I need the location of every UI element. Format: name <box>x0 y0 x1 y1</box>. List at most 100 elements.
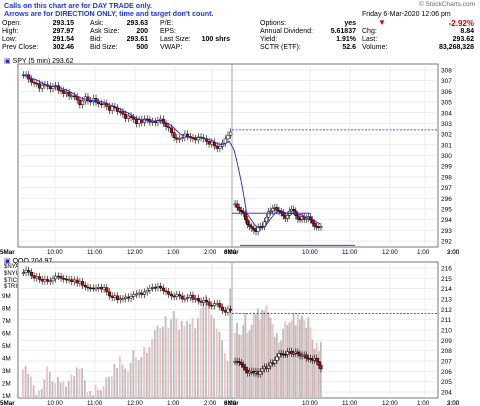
upper-y-tick: 293 <box>441 228 452 235</box>
volume-bar <box>188 323 191 398</box>
lower-candle <box>148 287 152 291</box>
lower-candle <box>241 364 245 368</box>
upper-candle <box>137 119 141 124</box>
upper-candle <box>72 95 77 98</box>
volume-bar <box>254 314 257 398</box>
upper-candle <box>207 141 211 145</box>
upper-candle <box>275 207 279 211</box>
lower-candle <box>221 306 225 311</box>
lower-candle <box>169 294 173 297</box>
volume-tick: 9M <box>2 293 11 300</box>
upper-candle <box>132 117 136 120</box>
lower-candle <box>188 294 192 298</box>
upper-candle <box>121 111 125 115</box>
volume-bar <box>48 372 51 398</box>
volume-bar <box>148 347 151 398</box>
lower-y-tick: 209 <box>441 338 452 345</box>
lower-x-label: 12:00 <box>382 400 398 406</box>
volume-bar <box>30 376 32 398</box>
volume-bar <box>153 329 156 398</box>
lower-candle <box>83 285 87 288</box>
upper-candle <box>59 89 63 92</box>
volume-tick: 3M <box>2 368 11 375</box>
volume-bar <box>81 368 84 398</box>
lower-y-tick: 211 <box>441 317 452 324</box>
lower-candle <box>51 278 55 282</box>
volume-bar <box>162 326 164 398</box>
volume-bar <box>137 360 140 398</box>
volume-bar <box>22 369 24 398</box>
lower-candle <box>21 272 25 274</box>
upper-candle <box>99 103 103 106</box>
lower-candle <box>48 280 52 283</box>
upper-y-tick: 297 <box>441 185 452 192</box>
volume-bar <box>207 302 210 398</box>
volume-bar <box>57 377 59 398</box>
lower-candle <box>243 366 248 371</box>
lower-candle <box>137 292 141 295</box>
lower-candle <box>64 278 68 281</box>
upper-x-label: 12:00 <box>127 249 143 256</box>
lower-candle <box>43 279 47 282</box>
lower-candle <box>81 281 85 286</box>
lower-y-tick: 216 <box>441 266 452 273</box>
volume-bar <box>197 318 199 398</box>
upper-candle <box>89 100 93 103</box>
lower-candle <box>134 293 138 296</box>
lower-candle <box>183 298 187 300</box>
lower-candle <box>164 290 168 293</box>
volume-tick: 2M <box>2 381 11 388</box>
lower-candle <box>70 279 74 283</box>
volume-bar <box>51 381 54 398</box>
lower-candle <box>35 276 39 279</box>
volume-bar <box>116 367 119 398</box>
lower-y-tick: 204 <box>441 390 452 397</box>
volume-tick: 6M <box>2 331 11 338</box>
volume-bar <box>118 356 121 398</box>
upper-candle <box>40 84 44 89</box>
lower-candle <box>121 298 125 300</box>
volume-bar <box>159 328 162 398</box>
lower-x-label: 5Mar <box>0 400 15 406</box>
upper-y-tick: 303 <box>441 121 452 128</box>
upper-y-tick: 306 <box>441 89 452 96</box>
volume-bar <box>311 339 314 398</box>
upper-x-label: 10:00 <box>302 249 318 256</box>
lower-candle <box>94 287 98 290</box>
upper-candle <box>97 101 101 105</box>
upper-candle <box>62 90 66 94</box>
upper-candle <box>250 226 254 229</box>
lower-candle <box>191 294 195 300</box>
lower-candle <box>67 279 71 281</box>
volume-bar <box>100 390 102 398</box>
upper-y-tick: 294 <box>441 217 452 224</box>
upper-candle <box>134 119 138 124</box>
upper-candle <box>226 134 230 140</box>
lower-candle <box>207 301 211 306</box>
volume-bar <box>223 353 226 398</box>
lower-candle <box>129 296 133 299</box>
upper-candle <box>126 115 130 119</box>
lower-candle <box>204 300 208 303</box>
volume-bar <box>305 327 308 398</box>
upper-x-label: 3:00 <box>447 249 460 256</box>
upper-candle <box>169 127 173 133</box>
upper-candle <box>159 118 163 121</box>
lower-candle <box>29 271 33 276</box>
volume-bar <box>113 363 116 398</box>
upper-x-label: 11:00 <box>87 249 103 256</box>
lower-candle <box>202 300 206 303</box>
lower-candle <box>40 279 44 282</box>
lower-candle <box>153 287 157 289</box>
upper-candle <box>51 86 55 90</box>
lower-candle <box>304 354 308 359</box>
volume-bar <box>164 316 167 398</box>
volume-bar <box>294 325 297 398</box>
upper-candle <box>218 146 222 149</box>
upper-y-tick: 304 <box>441 110 452 117</box>
lower-y-tick: 212 <box>441 307 452 314</box>
volume-bar <box>186 320 189 398</box>
lower-candle <box>126 296 130 299</box>
upper-candle <box>32 81 36 84</box>
lower-candle <box>75 279 79 284</box>
